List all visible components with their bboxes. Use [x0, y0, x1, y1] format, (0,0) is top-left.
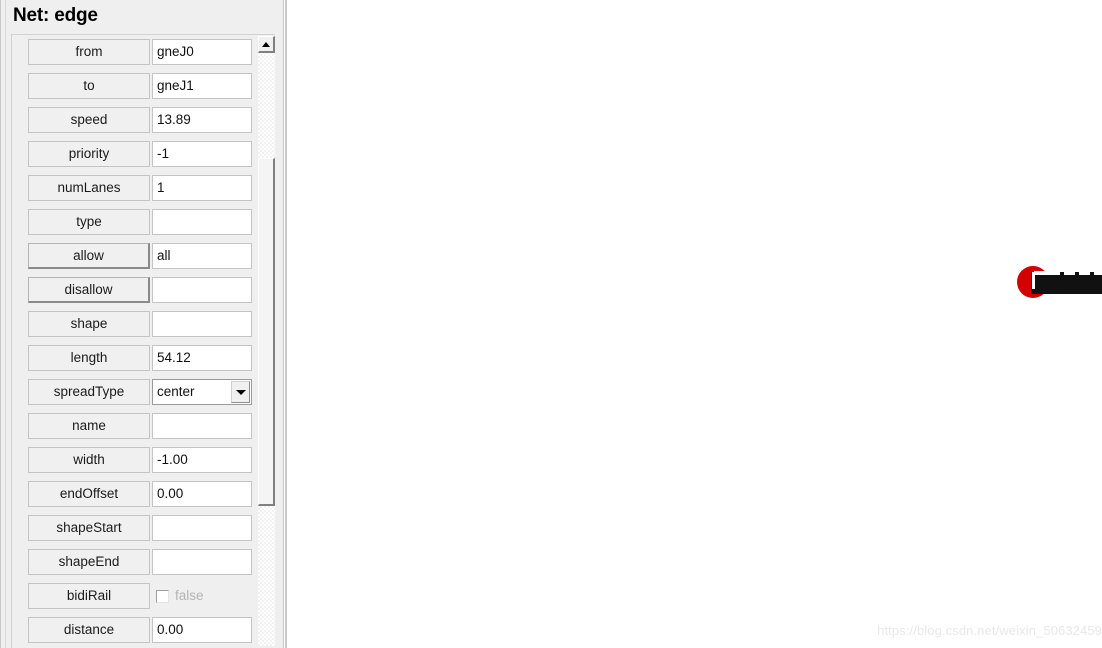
attribute-row: speed 13.89 — [12, 103, 254, 137]
attribute-row: shapeStart — [12, 511, 254, 545]
attribute-input-shapeEnd[interactable] — [152, 549, 252, 575]
attribute-row: distance 0.00 — [12, 613, 254, 647]
attribute-input-to[interactable]: gneJ1 — [152, 73, 252, 99]
chevron-down-icon[interactable] — [231, 381, 250, 403]
attribute-row: name — [12, 409, 254, 443]
attribute-label-button-width[interactable]: width — [28, 447, 150, 473]
attribute-label-button-type[interactable]: type — [28, 209, 150, 235]
lane-dash — [1049, 271, 1060, 275]
attribute-row: spreadType center — [12, 375, 254, 409]
attribute-input-shapeStart[interactable] — [152, 515, 252, 541]
attribute-row: numLanes 1 — [12, 171, 254, 205]
attribute-input-width[interactable]: -1.00 — [152, 447, 252, 473]
attribute-row: shapeEnd — [12, 545, 254, 579]
attribute-label-button-distance[interactable]: distance — [28, 617, 150, 643]
attribute-label-button-from[interactable]: from — [28, 39, 150, 65]
attribute-label-button-shape[interactable]: shape — [28, 311, 150, 337]
attribute-input-type[interactable] — [152, 209, 252, 235]
edge-inspector-panel: Net: edge from gneJ0 to gneJ1 speed 13.89 prio… — [0, 0, 284, 648]
lane-dash — [1064, 271, 1075, 275]
attribute-list: from gneJ0 to gneJ1 speed 13.89 priority -1 numL… — [12, 35, 254, 647]
attribute-input-endOffset[interactable]: 0.00 — [152, 481, 252, 507]
attribute-row: allow all — [12, 239, 254, 273]
checkbox-label: false — [175, 588, 204, 603]
attribute-input-numLanes[interactable]: 1 — [152, 175, 252, 201]
attribute-label-button-disallow[interactable]: disallow — [28, 277, 150, 303]
attribute-label-button-allow[interactable]: allow — [28, 243, 150, 269]
scrollbar-thumb[interactable] — [258, 158, 275, 506]
application-window: Net: edge from gneJ0 to gneJ1 speed 13.89 prio… — [0, 0, 1102, 648]
attribute-row: width -1.00 — [12, 443, 254, 477]
attribute-combo-spreadType[interactable]: center — [152, 379, 252, 405]
attribute-label-button-name[interactable]: name — [28, 413, 150, 439]
attribute-checkbox-bidiRail[interactable]: false — [156, 583, 204, 609]
edge-start-notch — [1032, 272, 1049, 289]
attribute-input-speed[interactable]: 13.89 — [152, 107, 252, 133]
attribute-input-length[interactable]: 54.12 — [152, 345, 252, 371]
checkbox-box[interactable] — [156, 589, 169, 603]
attribute-list-viewport: from gneJ0 to gneJ1 speed 13.89 priority -1 numL… — [11, 34, 275, 648]
lane-dash — [1094, 271, 1102, 275]
triangle-up-icon — [262, 41, 270, 47]
attribute-label-button-spreadType[interactable]: spreadType — [28, 379, 150, 405]
combo-selected-value: center — [157, 384, 195, 399]
attribute-row: shape — [12, 307, 254, 341]
scroll-up-button[interactable] — [258, 36, 275, 53]
attribute-row: endOffset 0.00 — [12, 477, 254, 511]
attribute-label-button-bidiRail[interactable]: bidiRail — [28, 583, 150, 609]
attribute-input-from[interactable]: gneJ0 — [152, 39, 252, 65]
attribute-input-name[interactable] — [152, 413, 252, 439]
network-canvas[interactable]: https://blog.csdn.net/weixin_50632459 — [284, 0, 1102, 648]
attribute-label-button-length[interactable]: length — [28, 345, 150, 371]
attribute-label-button-speed[interactable]: speed — [28, 107, 150, 133]
attribute-label-button-priority[interactable]: priority — [28, 141, 150, 167]
attribute-input-shape[interactable] — [152, 311, 252, 337]
page-title: Net: edge — [13, 5, 98, 26]
attribute-label-button-endOffset[interactable]: endOffset — [28, 481, 150, 507]
attribute-label-button-numLanes[interactable]: numLanes — [28, 175, 150, 201]
attribute-input-disallow[interactable] — [152, 277, 252, 303]
attribute-label-button-shapeEnd[interactable]: shapeEnd — [28, 549, 150, 575]
attribute-row: type — [12, 205, 254, 239]
attribute-label-button-shapeStart[interactable]: shapeStart — [28, 515, 150, 541]
attribute-list-scrollbar[interactable] — [258, 36, 275, 646]
attribute-row: from gneJ0 — [12, 35, 254, 69]
attribute-input-allow[interactable]: all — [152, 243, 252, 269]
attribute-row: to gneJ1 — [12, 69, 254, 103]
attribute-input-priority[interactable]: -1 — [152, 141, 252, 167]
attribute-row: bidiRail false — [12, 579, 254, 613]
attribute-row: disallow — [12, 273, 254, 307]
watermark-text: https://blog.csdn.net/weixin_50632459 — [877, 623, 1102, 638]
attribute-input-distance[interactable]: 0.00 — [152, 617, 252, 643]
attribute-row: length 54.12 — [12, 341, 254, 375]
lane-dash — [1079, 271, 1090, 275]
attribute-label-button-to[interactable]: to — [28, 73, 150, 99]
attribute-row: priority -1 — [12, 137, 254, 171]
